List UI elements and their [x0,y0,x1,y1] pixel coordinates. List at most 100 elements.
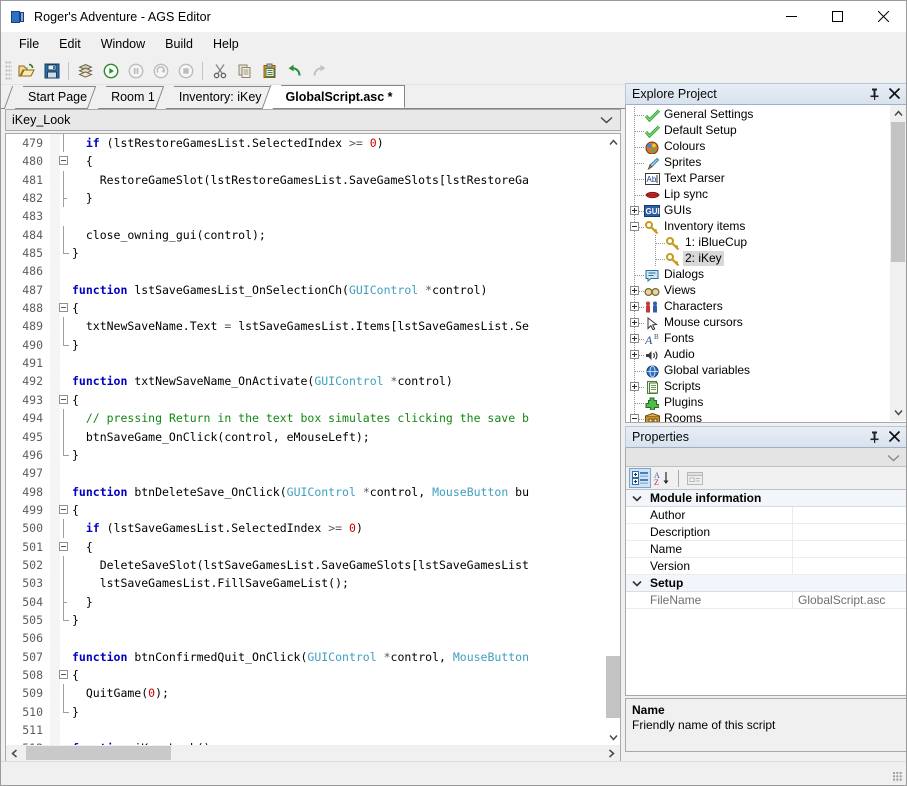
tree-node-default-setup[interactable]: Default Setup [626,123,891,139]
code-text[interactable]: RestoreGameSlot(lstRestoreGamesList.Save… [68,171,529,189]
tree-node-sprites[interactable]: Sprites [626,155,891,171]
categorized-view-button[interactable] [629,468,651,488]
copy-icon[interactable] [232,59,257,83]
code-text[interactable] [68,464,529,482]
fold-margin[interactable] [50,684,68,703]
tree-node-2-ikey[interactable]: 2: iKey [626,251,891,267]
code-text[interactable]: { [68,391,529,409]
fold-margin[interactable] [50,170,68,190]
code-text[interactable]: close_owning_gui(control); [68,226,529,244]
fold-margin[interactable] [50,335,69,355]
window-resize-grip[interactable] [893,772,903,782]
code-text[interactable]: txtNewSaveName.Text = lstSaveGamesList.I… [68,317,529,335]
tree-node-fonts[interactable]: A B Fonts [626,331,891,347]
property-row-description[interactable]: Description [626,523,906,541]
code-line[interactable]: 503 lstSaveGamesList.FillSaveGameList(); [6,574,529,593]
property-row-version[interactable]: Version [626,557,906,575]
pin-icon[interactable] [869,88,880,103]
tree-expander-icon[interactable] [630,334,639,343]
code-text[interactable]: function btnDeleteSave_OnClick(GUIContro… [68,483,529,501]
fold-margin[interactable] [50,702,69,721]
code-text[interactable] [68,629,529,647]
fold-margin[interactable] [50,647,68,666]
minimize-button[interactable] [768,1,814,32]
code-text[interactable]: } [68,244,529,262]
code-line[interactable]: 490} [6,335,529,355]
fold-margin[interactable] [50,134,68,153]
scroll-right-arrow-icon[interactable] [603,745,620,762]
code-line[interactable]: 496} [6,445,529,465]
code-line[interactable]: 483 [6,207,529,226]
code-text[interactable]: } [68,446,529,464]
code-line[interactable]: 489 txtNewSaveName.Text = lstSaveGamesLi… [6,317,529,336]
close-icon[interactable] [888,87,901,102]
fold-margin[interactable] [50,555,68,575]
tree-expander-icon[interactable] [630,414,639,422]
fold-margin[interactable] [50,207,68,226]
code-text[interactable] [68,721,529,739]
fold-margin[interactable] [50,372,68,391]
code-text[interactable]: DeleteSaveSlot(lstSaveGamesList.SaveGame… [68,556,529,574]
menu-edit[interactable]: Edit [49,33,91,56]
fold-margin[interactable] [50,427,68,446]
code-line[interactable]: 499 { [6,500,529,520]
tree-expander-icon[interactable] [630,222,639,231]
code-line[interactable]: 502 DeleteSaveSlot(lstSaveGamesList.Save… [6,555,529,575]
fold-margin[interactable] [50,244,69,263]
code-line[interactable]: 481 RestoreGameSlot(lstRestoreGamesList.… [6,170,529,190]
fold-margin[interactable] [50,317,68,336]
fold-margin[interactable] [50,225,68,245]
tab-start-page[interactable]: Start Page [15,86,100,108]
hscrollbar-thumb[interactable] [26,746,171,760]
code-text[interactable]: } [68,703,529,721]
code-text[interactable]: if (lstRestoreGamesList.SelectedIndex >=… [68,134,529,152]
tree-expander-icon[interactable] [630,302,639,311]
fold-margin[interactable] [50,390,68,410]
code-vertical-scrollbar[interactable] [604,134,620,746]
scrollbar-thumb[interactable] [891,122,905,262]
property-value[interactable] [792,506,906,524]
code-text[interactable]: function btnConfirmedQuit_OnClick(GUICon… [68,648,529,666]
chevron-down-icon[interactable] [626,495,648,502]
property-value[interactable] [792,557,906,575]
code-text[interactable]: { [68,152,529,170]
fold-margin[interactable] [50,280,68,300]
tree-node-guis[interactable]: GUI GUIs [626,203,891,219]
tree-node-characters[interactable]: Characters [626,299,891,315]
code-line[interactable]: 494 // pressing Return in the text box s… [6,409,529,428]
property-category-module-information[interactable]: Module information [626,490,906,507]
code-line[interactable]: 498 function btnDeleteSave_OnClick(GUICon… [6,482,529,501]
fold-margin[interactable] [50,629,68,648]
tree-node-mouse-cursors[interactable]: Mouse cursors [626,315,891,331]
code-text[interactable]: if (lstSaveGamesList.SelectedIndex >= 0) [68,519,529,537]
property-value[interactable] [792,523,906,541]
save-icon[interactable] [39,59,64,83]
code-line[interactable]: 501 { [6,537,529,556]
code-text[interactable]: // pressing Return in the text box simul… [68,409,529,427]
code-text[interactable]: QuitGame(0); [68,684,529,702]
code-line[interactable]: 495 btnSaveGame_OnClick(control, eMouseL… [6,427,529,446]
open-project-icon[interactable] [14,59,39,83]
paste-icon[interactable] [257,59,282,83]
scroll-left-arrow-icon[interactable] [6,745,23,762]
code-text[interactable] [68,354,529,372]
tree-node-rooms[interactable]: Rooms [626,411,891,422]
tree-node-lip-sync[interactable]: Lip sync [626,187,891,203]
pin-icon[interactable] [869,431,880,446]
code-horizontal-scrollbar[interactable] [6,745,620,762]
property-value[interactable] [792,540,906,558]
tree-expander-icon[interactable] [630,206,639,215]
project-tree[interactable]: General Settings Default Setup Colours Spri… [625,105,906,423]
code-line[interactable]: 493 { [6,390,529,410]
menu-build[interactable]: Build [155,33,203,56]
code-text[interactable] [68,262,529,280]
tab-globalscript-asc[interactable]: GlobalScript.asc * [272,85,405,108]
code-text[interactable]: { [68,538,529,556]
scroll-down-arrow-icon[interactable] [890,404,906,421]
close-button[interactable] [860,1,906,32]
toolbar-grip[interactable] [5,60,12,81]
tree-node-audio[interactable]: Audio [626,347,891,363]
code-line[interactable]: 485} [6,244,529,263]
code-text[interactable]: btnSaveGame_OnClick(control, eMouseLeft)… [68,428,529,446]
function-selector-combo[interactable]: iKey_Look [5,109,621,131]
